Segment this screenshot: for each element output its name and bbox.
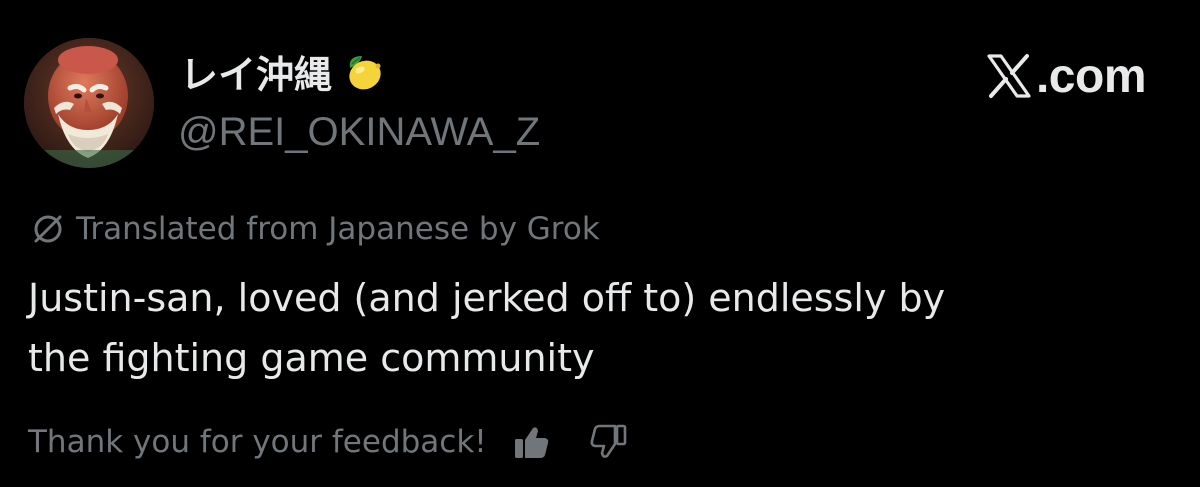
avatar-portrait-image [24,38,154,168]
post-line: the fighting game community [28,336,595,380]
thumbs-up-icon [514,427,548,458]
post-line: Justin-san, loved (and jerked off to) en… [28,276,946,320]
lemon-icon [340,48,386,94]
display-name[interactable]: レイ沖縄 [180,44,332,99]
translation-notice: Translated from Japanese by Grok [30,207,600,251]
thumbs-down-button[interactable] [583,416,635,468]
brand-watermark: .com [984,48,1147,104]
feedback-label: Thank you for your feedback! [28,424,487,460]
avatar[interactable] [24,38,154,168]
translated-post-card: レイ沖縄 @REI_OKINAWA_Z .com Translated from… [0,0,1200,487]
post-body: Justin-san, loved (and jerked off to) en… [28,268,1168,388]
author-name-row: レイ沖縄 [180,44,386,99]
thumbs-down-icon [590,424,627,458]
translation-feedback: Thank you for your feedback! [28,416,635,468]
translate-icon [30,211,66,247]
x-logo-icon [984,51,1034,101]
brand-domain-text: .com [1035,49,1147,103]
translation-label: Translated from Japanese by Grok [76,211,600,247]
author-handle[interactable]: @REI_OKINAWA_Z [178,110,540,155]
thumbs-up-button[interactable] [505,416,557,468]
